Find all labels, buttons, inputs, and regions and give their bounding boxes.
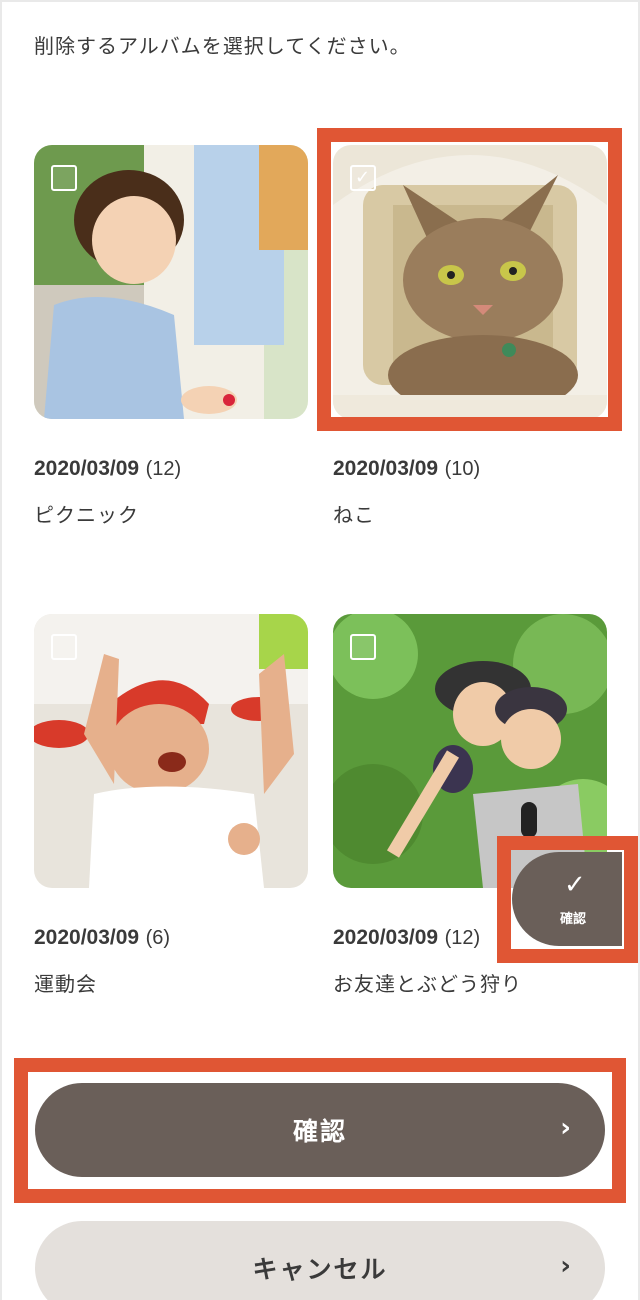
album-date-line: 2020/03/09 (12) [34, 457, 181, 481]
album-checkbox[interactable] [51, 165, 77, 191]
album-name: お友達とぶどう狩り [333, 972, 522, 996]
album-photo-count: (6) [145, 927, 171, 949]
album-photo-count: (12) [444, 927, 481, 949]
album-checkbox[interactable] [51, 634, 77, 660]
cancel-button-label: キャンセル [252, 1255, 388, 1284]
album-name: ピクニック [34, 503, 139, 527]
album-photo-count: (12) [145, 458, 182, 480]
album-thumbnail[interactable] [34, 145, 308, 419]
highlight-selected-album [317, 128, 622, 431]
album-date: 2020/03/09 [333, 926, 439, 949]
instruction-text: 削除するアルバムを選択してください。 [34, 34, 411, 58]
album-card-picnic[interactable]: 2020/03/09 (12) ピクニック [34, 145, 308, 527]
album-date-line: 2020/03/09 (12) [333, 926, 480, 950]
album-date-line: 2020/03/09 (6) [34, 926, 170, 950]
highlight-floating-confirm [497, 836, 638, 963]
album-date: 2020/03/09 [333, 457, 439, 480]
album-date: 2020/03/09 [34, 926, 140, 949]
album-photo-count: (10) [444, 458, 481, 480]
album-card-sports-day[interactable]: 2020/03/09 (6) 運動会 [34, 614, 308, 996]
chevron-right-icon: › [560, 1251, 573, 1281]
album-date-line: 2020/03/09 (10) [333, 457, 480, 481]
album-thumbnail[interactable] [34, 614, 308, 888]
cancel-button[interactable]: キャンセル › [35, 1221, 605, 1300]
album-name: ねこ [333, 503, 375, 527]
album-date: 2020/03/09 [34, 457, 140, 480]
highlight-confirm-button [14, 1058, 626, 1203]
album-name: 運動会 [34, 972, 97, 996]
album-checkbox[interactable] [350, 634, 376, 660]
